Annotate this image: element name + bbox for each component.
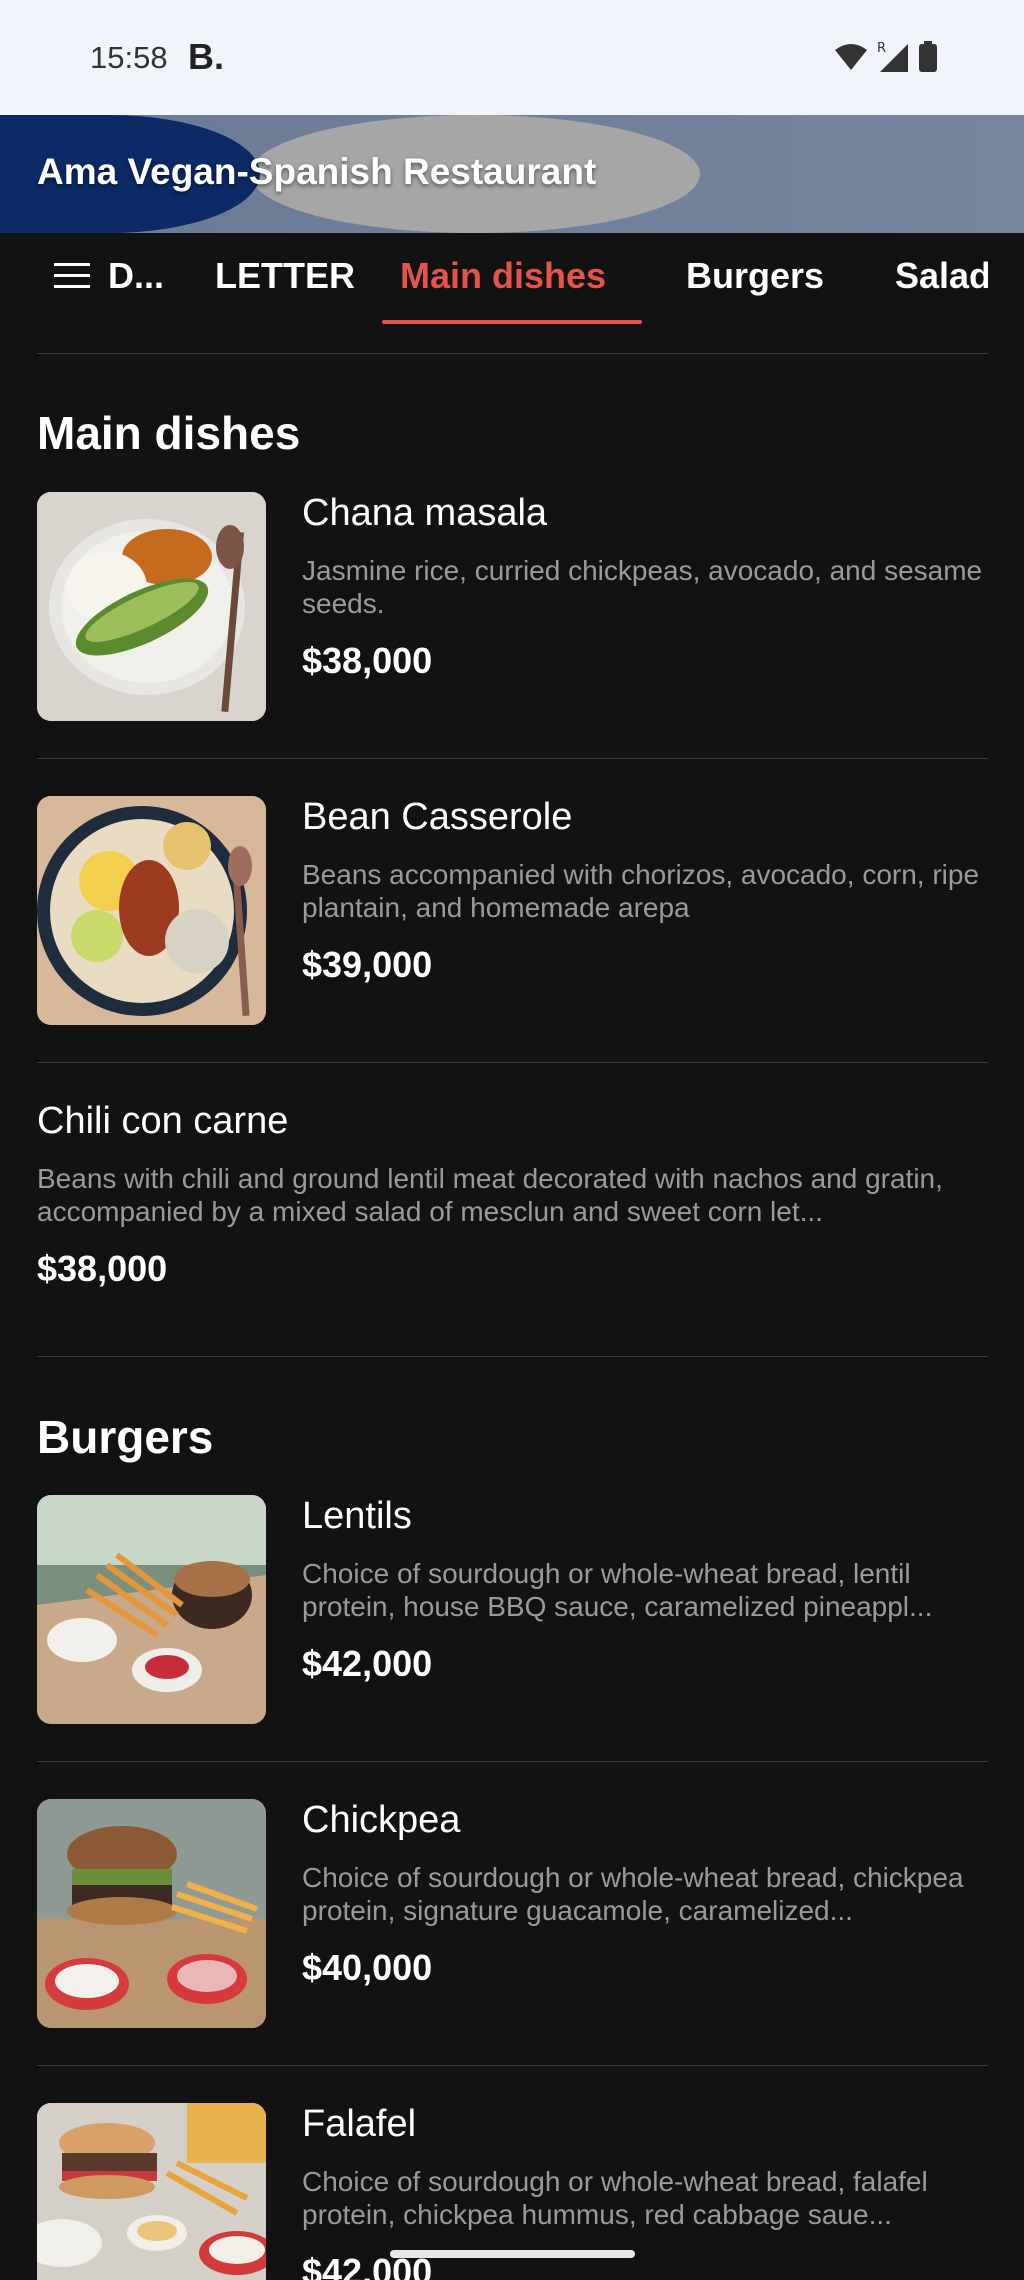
tab-first[interactable]: D... (108, 255, 164, 297)
dish-name: Falafel (302, 2103, 417, 2145)
svg-text:R: R (877, 41, 886, 56)
dish-price: $40,000 (302, 1947, 433, 1988)
status-time: 15:58 (90, 40, 168, 75)
signal-icon: R (877, 41, 908, 72)
dish-description: Beans accompanied with chorizos, avocado… (302, 859, 980, 923)
restaurant-title: Ama Vegan-Spanish Restaurant (37, 151, 597, 192)
divider (37, 2065, 988, 2066)
tab-burgers[interactable]: Burgers (686, 255, 824, 297)
dish-image (37, 796, 266, 1025)
divider (37, 1761, 988, 1762)
home-indicator[interactable] (390, 2250, 635, 2258)
dish-image (37, 1495, 266, 1724)
category-tab-bar: D... LETTER Main dishes Burgers Salad (0, 233, 1024, 329)
tab-main-dishes[interactable]: Main dishes (400, 255, 606, 297)
dish-name: Chickpea (302, 1799, 461, 1841)
dish-description: Choice of sourdough or whole-wheat bread… (302, 1862, 964, 1926)
divider (37, 758, 988, 759)
dish-price: $38,000 (37, 1248, 168, 1289)
divider (37, 1356, 988, 1357)
divider (37, 353, 988, 354)
wifi-icon (835, 44, 867, 70)
dish-description: Choice of sourdough or whole-wheat bread… (302, 2166, 928, 2230)
dish-price: $39,000 (302, 944, 433, 985)
tab-letter[interactable]: LETTER (215, 255, 355, 297)
dish-description: Choice of sourdough or whole-wheat bread… (302, 1558, 933, 1622)
divider (37, 1062, 988, 1063)
dish-price: $42,000 (302, 1643, 433, 1684)
menu-icon[interactable] (54, 263, 92, 293)
dish-description: Beans with chili and ground lentil meat … (37, 1163, 943, 1227)
dish-name: Chili con carne (37, 1100, 289, 1142)
status-bar: 15:58 B. R (0, 0, 1024, 115)
dish-name: Bean Casserole (302, 796, 573, 838)
section-title-main-dishes: Main dishes (37, 407, 301, 459)
dish-image (37, 2103, 266, 2280)
section-title-burgers: Burgers (37, 1411, 214, 1463)
tab-salad[interactable]: Salad (895, 255, 988, 297)
dish-name: Chana masala (302, 492, 548, 534)
app-logo: B. (188, 36, 224, 77)
dish-image (37, 492, 266, 721)
status-icons: R (834, 40, 938, 74)
dish-price: $38,000 (302, 640, 433, 681)
restaurant-header: Ama Vegan-Spanish Restaurant (0, 115, 1024, 233)
dish-description: Jasmine rice, curried chickpeas, avocado… (302, 555, 983, 619)
dish-name: Lentils (302, 1495, 412, 1537)
battery-icon (919, 41, 937, 72)
dish-image (37, 1799, 266, 2028)
active-tab-indicator (382, 320, 642, 324)
